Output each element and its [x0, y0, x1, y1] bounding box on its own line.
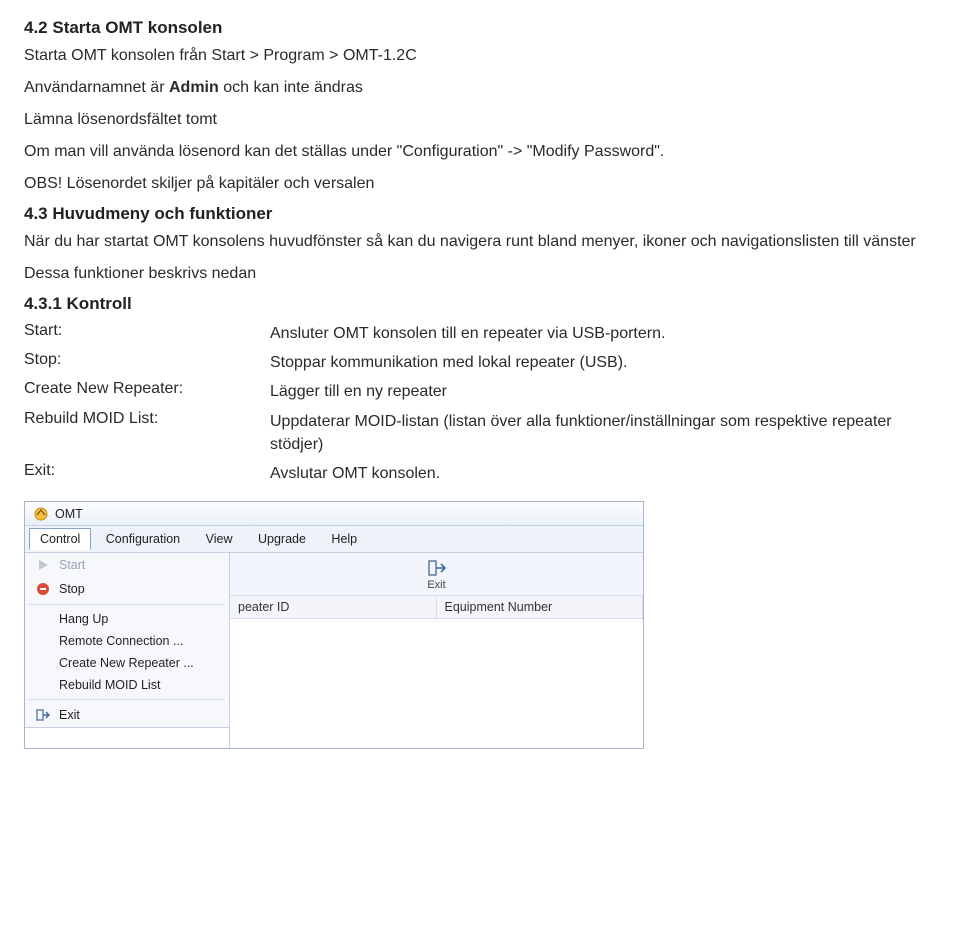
menu-item-exit[interactable]: Exit: [25, 703, 229, 727]
menu-item-rebuild-moid-list-label: Rebuild MOID List: [59, 678, 160, 692]
control-dropdown-panel: Start Stop Hang Up Remote Connection ...: [25, 553, 230, 748]
menu-separator: [29, 699, 225, 700]
toolbar-exit-label: Exit: [427, 579, 445, 591]
heading-4-3-1: 4.3.1 Kontroll: [24, 294, 936, 314]
text-functions-below: Dessa funktioner beskrivs nedan: [24, 262, 936, 286]
app-icon: [33, 506, 49, 522]
titlebar: OMT: [25, 502, 643, 526]
text-username-pre: Användarnamnet är: [24, 79, 169, 96]
right-panel: Exit peater ID Equipment Number: [230, 553, 643, 748]
menu-configuration[interactable]: Configuration: [95, 528, 191, 550]
term-create-new-repeater: Create New Repeater:: [24, 380, 254, 403]
text-username-bold: Admin: [169, 79, 219, 96]
def-create-new-repeater: Lägger till en ny repeater: [270, 380, 936, 403]
def-exit: Avslutar OMT konsolen.: [270, 462, 936, 485]
def-rebuild-moid-list: Uppdaterar MOID-listan (listan över alla…: [270, 410, 936, 456]
menu-item-start-label: Start: [59, 558, 85, 572]
col-equipment-number[interactable]: Equipment Number: [437, 596, 644, 618]
toolbar: Exit: [230, 553, 643, 596]
text-modify-password-hint: Om man vill använda lösenord kan det stä…: [24, 140, 936, 164]
menu-separator: [29, 604, 225, 605]
control-dropdown: Start Stop Hang Up Remote Connection ...: [25, 553, 229, 728]
menu-help[interactable]: Help: [320, 528, 368, 550]
menu-item-create-new-repeater[interactable]: Create New Repeater ...: [25, 652, 229, 674]
text-leave-password-empty: Lämna lösenordsfältet tomt: [24, 108, 936, 132]
menu-item-exit-label: Exit: [59, 708, 80, 722]
menubar: Control Configuration View Upgrade Help: [25, 526, 643, 553]
play-icon: [35, 557, 51, 573]
menu-item-hang-up-label: Hang Up: [59, 612, 108, 626]
menu-upgrade[interactable]: Upgrade: [247, 528, 317, 550]
grid-header: peater ID Equipment Number: [230, 596, 643, 619]
text-username-post: och kan inte ändras: [219, 79, 363, 96]
definition-list-control: Start: Ansluter OMT konsolen till en rep…: [24, 322, 936, 485]
text-start-path: Starta OMT konsolen från Start > Program…: [24, 44, 936, 68]
menu-view[interactable]: View: [195, 528, 244, 550]
menu-item-remote-connection-label: Remote Connection ...: [59, 634, 183, 648]
menu-item-create-new-repeater-label: Create New Repeater ...: [59, 656, 194, 670]
menu-control[interactable]: Control: [29, 528, 91, 550]
term-stop: Stop:: [24, 351, 254, 374]
heading-4-2: 4.2 Starta OMT konsolen: [24, 18, 936, 38]
text-mainmenu-intro: När du har startat OMT konsolens huvudfö…: [24, 230, 936, 254]
exit-icon: [35, 707, 51, 723]
col-repeater-id[interactable]: peater ID: [230, 596, 437, 618]
menu-item-remote-connection[interactable]: Remote Connection ...: [25, 630, 229, 652]
def-start: Ansluter OMT konsolen till en repeater v…: [270, 322, 936, 345]
omt-window: OMT Control Configuration View Upgrade H…: [24, 501, 644, 749]
heading-4-3: 4.3 Huvudmeny och funktioner: [24, 204, 936, 224]
menu-item-hang-up[interactable]: Hang Up: [25, 608, 229, 630]
menu-item-stop[interactable]: Stop: [25, 577, 229, 601]
window-title: OMT: [55, 507, 83, 521]
menu-item-rebuild-moid-list[interactable]: Rebuild MOID List: [25, 674, 229, 696]
menu-item-stop-label: Stop: [59, 582, 85, 596]
stop-icon: [35, 581, 51, 597]
exit-icon: [427, 559, 447, 577]
term-rebuild-moid-list: Rebuild MOID List:: [24, 410, 254, 456]
term-start: Start:: [24, 322, 254, 345]
menu-item-start[interactable]: Start: [25, 553, 229, 577]
toolbar-exit-button[interactable]: Exit: [421, 557, 453, 593]
def-stop: Stoppar kommunikation med lokal repeater…: [270, 351, 936, 374]
text-username: Användarnamnet är Admin och kan inte änd…: [24, 76, 936, 100]
workspace: Start Stop Hang Up Remote Connection ...: [25, 553, 643, 748]
text-password-case-note: OBS! Lösenordet skiljer på kapitäler och…: [24, 172, 936, 196]
term-exit: Exit:: [24, 462, 254, 485]
